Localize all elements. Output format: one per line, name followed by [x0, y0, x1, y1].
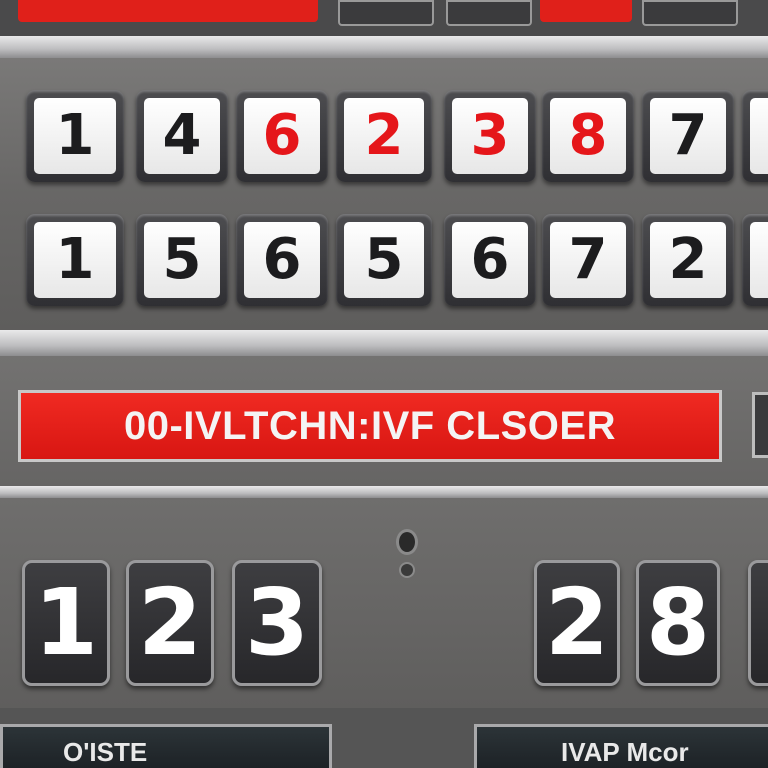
middle-row-tile	[742, 214, 768, 306]
label-right-text: IVAP Mcor	[561, 737, 689, 767]
digit-label: 5	[144, 222, 220, 298]
top-row-tile: 6	[236, 90, 328, 182]
keyhole-icon	[399, 532, 415, 552]
top-row-tile: 3	[444, 90, 536, 182]
middle-row-tile: 5	[136, 214, 228, 306]
side-tab	[752, 392, 768, 458]
top-row-tile: 2	[336, 90, 432, 182]
middle-row-tile: 5	[336, 214, 432, 306]
top-row-tile: 8	[542, 90, 634, 182]
digit-label: 3	[452, 98, 528, 174]
screw-icon	[401, 564, 413, 576]
top-red-piece	[18, 0, 318, 22]
top-row-tile	[742, 90, 768, 182]
score-digit-tile: 1	[22, 560, 110, 686]
digit-label: 6	[244, 98, 320, 174]
middle-row-tile: 1	[26, 214, 124, 306]
label-plate-left: O'ISTE	[0, 724, 332, 768]
top-strip	[0, 0, 768, 36]
digit-label: 4	[144, 98, 220, 174]
top-dark-piece	[446, 0, 532, 26]
digit-label: 6	[244, 222, 320, 298]
digit-label	[750, 222, 768, 298]
top-row-tile: 4	[136, 90, 228, 182]
top-rail	[0, 36, 768, 58]
top-row-tile: 1	[26, 90, 124, 182]
digit-label: 2	[650, 222, 726, 298]
score-digit-tile	[748, 560, 768, 686]
lower-rail	[0, 486, 768, 498]
digit-label: 8	[550, 98, 626, 174]
digit-label: 7	[550, 222, 626, 298]
digit-label: 5	[344, 222, 424, 298]
middle-row-tile: 7	[542, 214, 634, 306]
digit-label: 7	[650, 98, 726, 174]
digit-label: 1	[34, 222, 116, 298]
label-left-text: O'ISTE	[63, 737, 148, 767]
red-banner: 00-IVLTCHN:IVF CLSOER	[18, 390, 722, 462]
digit-label: 2	[344, 98, 424, 174]
middle-rail	[0, 330, 768, 356]
middle-row-tile: 6	[444, 214, 536, 306]
digit-label	[750, 98, 768, 174]
middle-row-tile: 2	[642, 214, 734, 306]
digit-label: 1	[34, 98, 116, 174]
score-digit-tile: 2	[126, 560, 214, 686]
banner-text: 00-IVLTCHN:IVF CLSOER	[123, 403, 616, 448]
top-red-piece	[540, 0, 632, 22]
score-digit-tile: 3	[232, 560, 322, 686]
score-digit-tile: 8	[636, 560, 720, 686]
middle-row-tile: 6	[236, 214, 328, 306]
top-dark-piece	[338, 0, 434, 26]
digit-label: 6	[452, 222, 528, 298]
top-dark-piece	[642, 0, 738, 26]
label-plate-right: IVAP Mcor	[474, 724, 768, 768]
top-row-tile: 7	[642, 90, 734, 182]
score-digit-tile: 2	[534, 560, 620, 686]
